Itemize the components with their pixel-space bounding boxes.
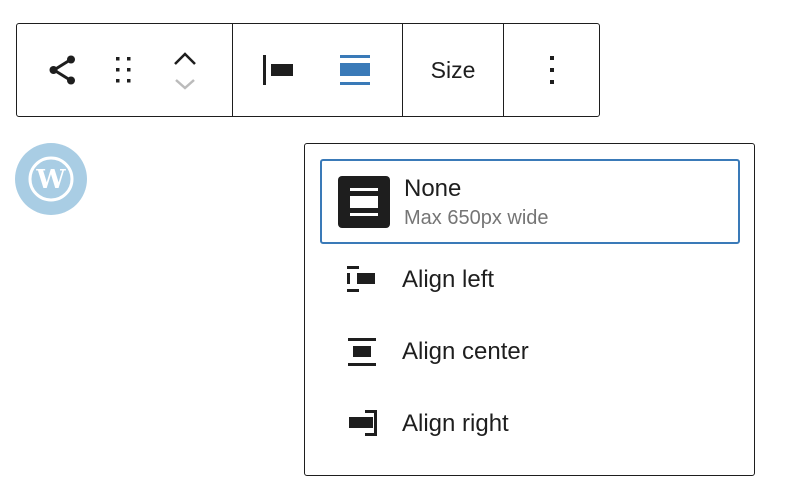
more-options-button[interactable] (504, 24, 599, 116)
chevron-up-icon[interactable] (172, 49, 198, 67)
chevron-down-icon[interactable] (172, 77, 198, 91)
toolbar-group-alignment (233, 24, 403, 116)
align-none-button[interactable] (325, 24, 385, 116)
align-none-option-icon-box (338, 176, 390, 228)
align-center-icon (348, 338, 376, 366)
block-toolbar: Size (16, 23, 600, 117)
share-icon (49, 55, 75, 85)
menu-option-sublabel: Max 650px wide (404, 207, 549, 229)
align-right-option-icon-box (336, 398, 388, 450)
toolbar-group-block (17, 24, 233, 116)
align-left-option-icon-box (336, 254, 388, 306)
menu-option-label: Align right (402, 410, 509, 437)
drag-handle-icon (115, 57, 130, 83)
align-none-icon (340, 55, 370, 85)
menu-option-align-center[interactable]: Align center (320, 324, 740, 380)
align-left-icon (263, 55, 293, 85)
toolbar-group-more (504, 24, 599, 116)
wordpress-logo: W (15, 143, 87, 215)
menu-option-align-left-text: Align left (402, 266, 494, 294)
alignment-menu: None Max 650px wide Align left Align cen… (304, 143, 755, 476)
menu-option-align-right[interactable]: Align right (320, 396, 740, 452)
size-button[interactable]: Size (403, 24, 503, 116)
align-center-option-icon-box (336, 326, 388, 378)
menu-option-none[interactable]: None Max 650px wide (320, 159, 740, 244)
menu-option-none-text: None Max 650px wide (404, 175, 549, 231)
menu-option-label: Align left (402, 266, 495, 293)
align-none-icon (350, 188, 378, 216)
more-vertical-icon (549, 56, 554, 84)
align-left-button[interactable] (233, 24, 325, 116)
menu-option-align-center-text: Align center (402, 338, 529, 366)
menu-option-label: Align center (402, 338, 529, 365)
menu-option-align-right-text: Align right (402, 410, 509, 438)
align-right-icon (349, 410, 377, 436)
drag-handle-button[interactable] (109, 24, 139, 116)
toolbar-group-size: Size (403, 24, 504, 116)
move-buttons (138, 24, 232, 116)
svg-text:W: W (35, 165, 66, 195)
align-left-icon (347, 266, 375, 292)
share-button[interactable] (17, 24, 109, 116)
menu-option-label: None (404, 175, 462, 202)
menu-option-align-left[interactable]: Align left (320, 252, 740, 308)
wordpress-logo-icon: W (28, 156, 74, 202)
